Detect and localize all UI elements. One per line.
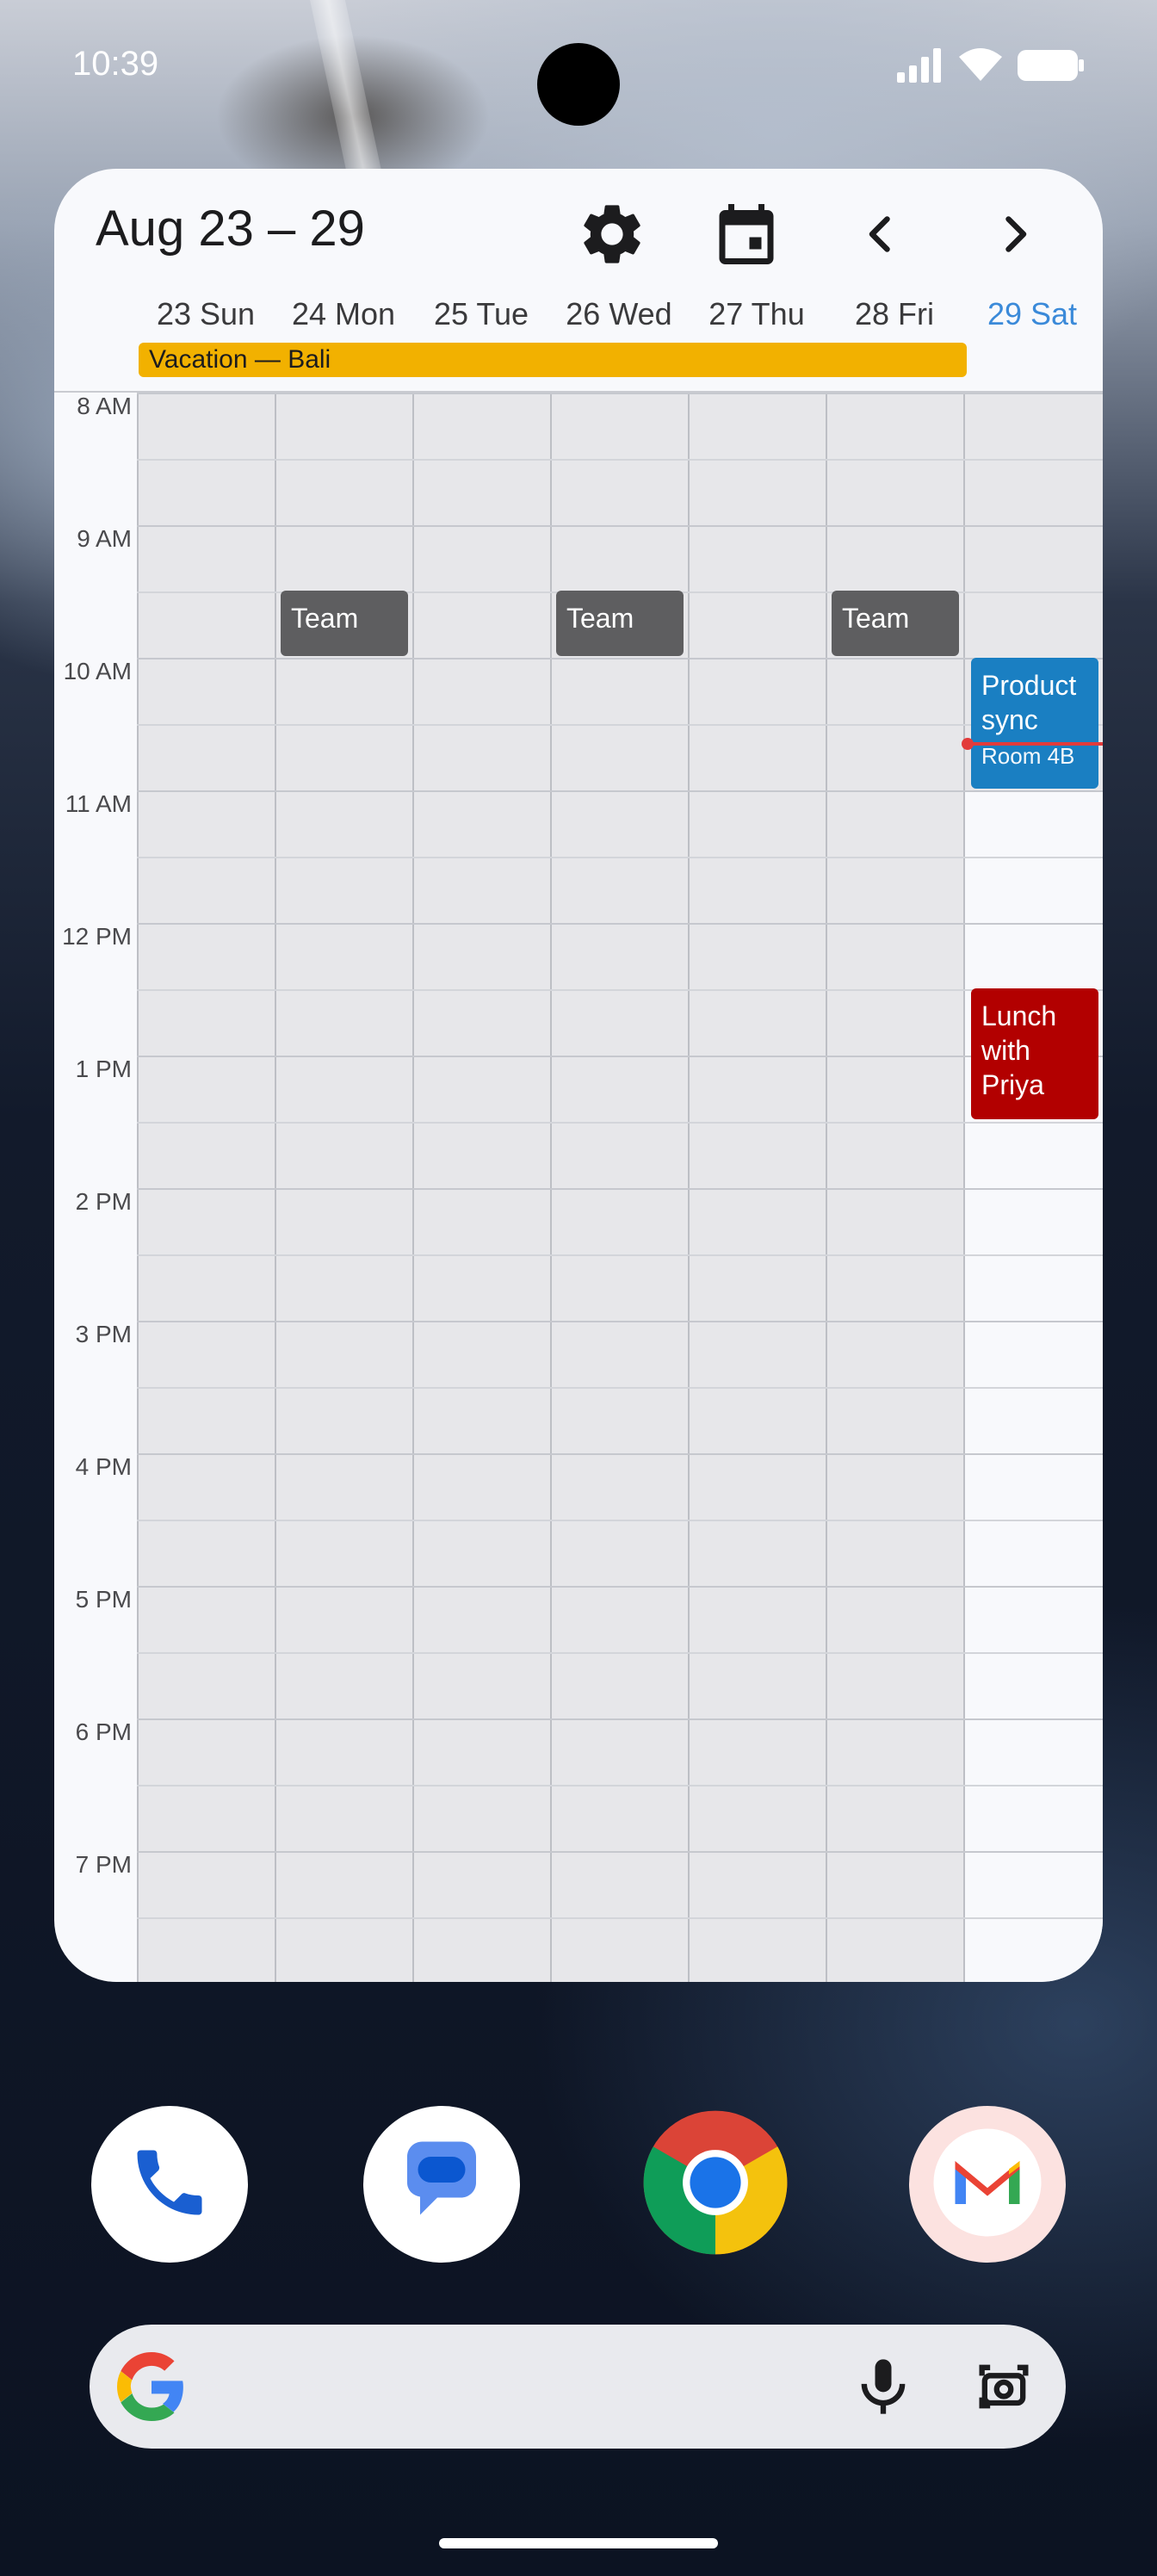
wifi-icon xyxy=(959,48,1002,87)
status-bar: 10:39 xyxy=(0,0,1157,138)
day-column-tue[interactable] xyxy=(412,393,550,1982)
front-camera xyxy=(537,43,620,126)
chrome-icon xyxy=(637,2104,794,2265)
event-title: Team xyxy=(566,603,634,634)
event-location: Room 4B xyxy=(981,743,1075,769)
half-hour-line xyxy=(137,1520,1103,1521)
google-search-bar[interactable] xyxy=(90,2325,1066,2449)
day-column-thu[interactable] xyxy=(688,393,826,1982)
day-header-sun[interactable]: 23 Sun xyxy=(137,296,275,332)
calendar-today-icon[interactable] xyxy=(705,193,788,276)
time-label: 2 PM xyxy=(75,1188,132,1215)
half-hour-line xyxy=(137,1785,1103,1786)
day-header-fri[interactable]: 28 Fri xyxy=(826,296,963,332)
google-g-icon xyxy=(117,2352,186,2425)
hour-line xyxy=(137,393,1103,394)
gmail-icon xyxy=(923,2118,1052,2251)
hour-line xyxy=(137,658,1103,659)
hour-line xyxy=(137,1188,1103,1190)
microphone-icon[interactable] xyxy=(851,2354,916,2424)
messages-icon xyxy=(390,2131,493,2239)
event-team-fri[interactable]: Team xyxy=(832,591,959,656)
day-header-thu[interactable]: 27 Thu xyxy=(688,296,826,332)
event-team-mon[interactable]: Team xyxy=(281,591,408,656)
signal-icon xyxy=(897,48,944,87)
week-range-title[interactable]: Aug 23 – 29 xyxy=(96,200,365,257)
hour-line xyxy=(137,790,1103,792)
day-header-mon[interactable]: 24 Mon xyxy=(275,296,412,332)
day-header-sat-today[interactable]: 29 Sat xyxy=(963,296,1101,332)
time-label: 8 AM xyxy=(77,393,132,419)
current-time-line xyxy=(967,742,1103,746)
event-title: Team xyxy=(291,603,359,634)
hour-line xyxy=(137,525,1103,527)
time-label: 4 PM xyxy=(75,1453,132,1480)
calendar-widget[interactable]: Aug 23 – 29 23 Sun 24 Mon 25 Tue 26 Wed … xyxy=(54,169,1103,1982)
settings-gear-icon[interactable] xyxy=(571,193,653,276)
day-header-tue[interactable]: 25 Tue xyxy=(412,296,550,332)
time-label: 1 PM xyxy=(75,1056,132,1082)
day-column-sun[interactable] xyxy=(137,393,275,1982)
home-indicator[interactable] xyxy=(439,2538,718,2548)
status-icons xyxy=(897,48,1085,87)
event-team-wed[interactable]: Team xyxy=(556,591,684,656)
time-label: 9 AM xyxy=(77,525,132,552)
time-label: 11 AM xyxy=(65,790,132,817)
half-hour-line xyxy=(137,1387,1103,1389)
time-label: 6 PM xyxy=(75,1718,132,1745)
time-label: 3 PM xyxy=(75,1321,132,1347)
hour-line xyxy=(137,1453,1103,1455)
hour-line xyxy=(137,1718,1103,1720)
half-hour-line xyxy=(137,724,1103,726)
chevron-right-icon[interactable] xyxy=(974,193,1056,276)
half-hour-line xyxy=(137,1917,1103,1919)
lens-camera-icon[interactable] xyxy=(971,2354,1036,2424)
half-hour-line xyxy=(137,1652,1103,1654)
event-product-sync[interactable]: Product sync Room 4B xyxy=(971,658,1098,789)
half-hour-line xyxy=(137,1122,1103,1124)
hour-line xyxy=(137,1586,1103,1588)
gmail-app[interactable] xyxy=(909,2106,1066,2263)
event-title: Lunch with Priya xyxy=(981,1000,1057,1100)
time-label: 10 AM xyxy=(63,658,132,684)
phone-icon xyxy=(127,2139,213,2230)
all-day-event[interactable]: Vacation — Bali xyxy=(139,343,967,377)
chevron-left-icon[interactable] xyxy=(839,193,922,276)
half-hour-line xyxy=(137,989,1103,991)
hour-line xyxy=(137,1851,1103,1853)
event-title: Product sync xyxy=(981,670,1077,735)
time-label: 12 PM xyxy=(62,923,132,950)
day-header-wed[interactable]: 26 Wed xyxy=(550,296,688,332)
hour-line xyxy=(137,923,1103,925)
event-lunch-with-priya[interactable]: Lunch with Priya xyxy=(971,988,1098,1119)
event-title: Team xyxy=(842,603,910,634)
time-label: 5 PM xyxy=(75,1586,132,1613)
half-hour-line xyxy=(137,1254,1103,1256)
battery-icon xyxy=(1018,48,1085,87)
hour-line xyxy=(137,1321,1103,1322)
status-time: 10:39 xyxy=(72,45,159,83)
messages-app[interactable] xyxy=(363,2106,520,2263)
chrome-app[interactable] xyxy=(637,2106,794,2263)
phone-app[interactable] xyxy=(91,2106,248,2263)
hour-line xyxy=(137,1056,1103,1057)
time-label: 7 PM xyxy=(75,1851,132,1878)
half-hour-line xyxy=(137,459,1103,461)
half-hour-line xyxy=(137,857,1103,858)
